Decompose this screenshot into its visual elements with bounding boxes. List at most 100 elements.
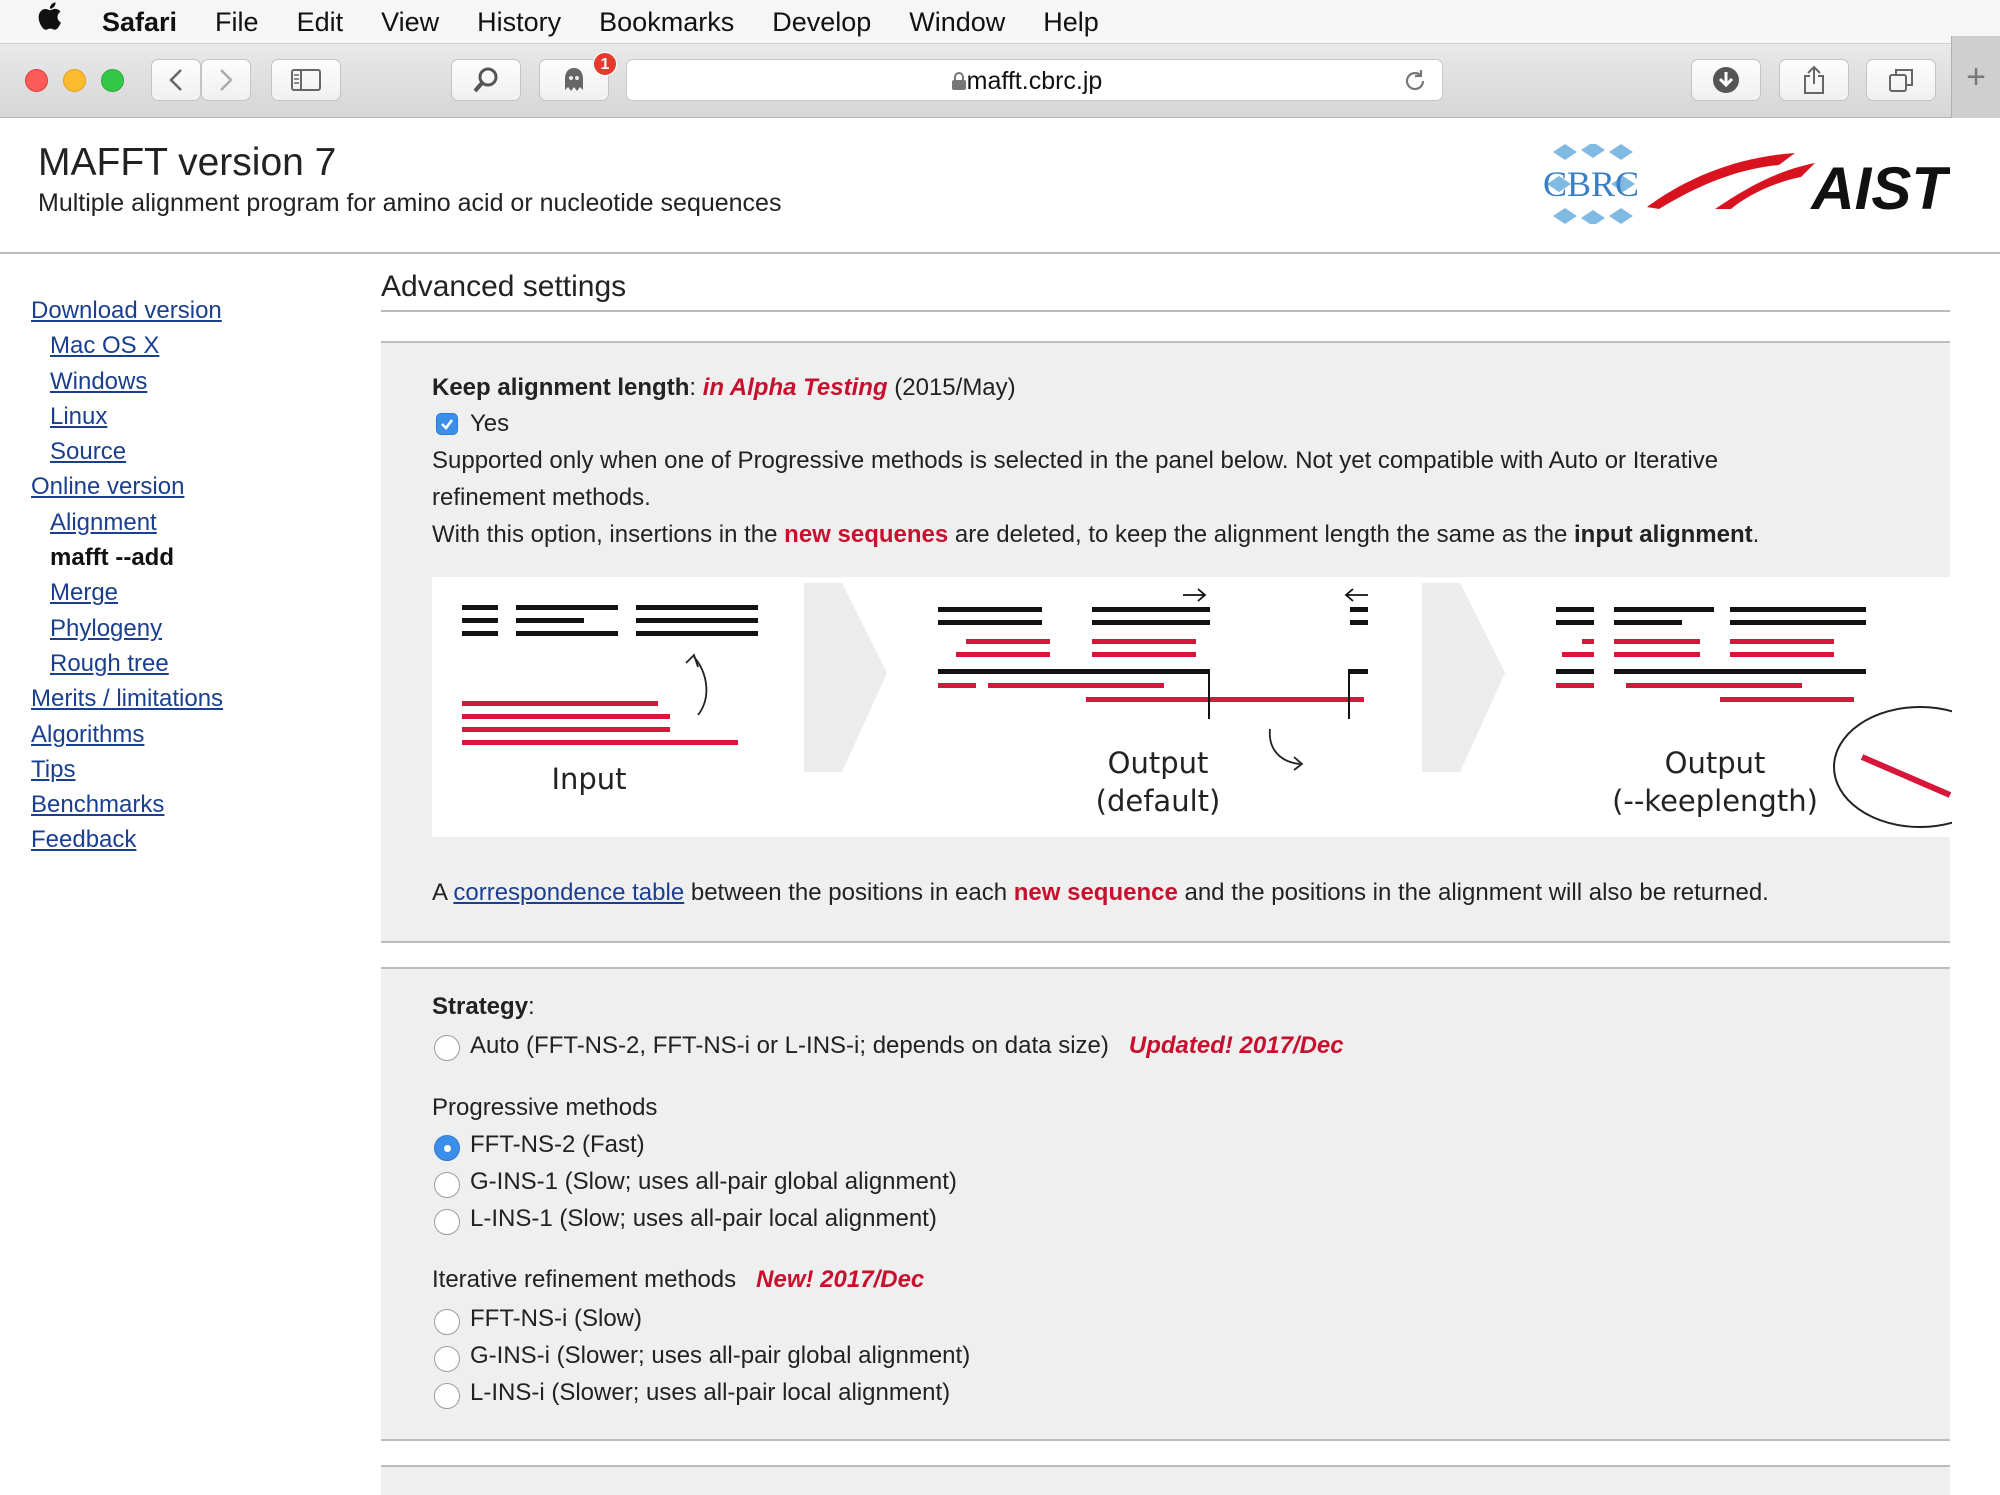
chevron-left-icon bbox=[169, 69, 182, 91]
iterative-methods-title: Iterative refinement methods New! 2017/D… bbox=[432, 1266, 925, 1293]
site-header: MAFFT version 7 Multiple alignment progr… bbox=[0, 119, 2000, 254]
sidebar-item-rough-tree[interactable]: Rough tree bbox=[31, 646, 351, 681]
menu-file[interactable]: File bbox=[196, 0, 278, 44]
keep-length-note-2: refinement methods. bbox=[432, 484, 651, 511]
keep-length-checkbox[interactable] bbox=[436, 413, 458, 435]
option-fft-ns-2-label[interactable]: FFT-NS-2 (Fast) bbox=[470, 1131, 645, 1159]
menu-view[interactable]: View bbox=[362, 0, 458, 44]
radio-strategy-auto[interactable] bbox=[434, 1035, 460, 1061]
radio-g-ins-i[interactable] bbox=[434, 1346, 460, 1372]
keep-length-note-3: With this option, insertions in the new … bbox=[432, 521, 1760, 548]
forward-button[interactable] bbox=[201, 59, 251, 101]
menu-help[interactable]: Help bbox=[1024, 0, 1118, 44]
apple-menu-icon[interactable] bbox=[36, 0, 76, 44]
radio-g-ins-1[interactable] bbox=[434, 1172, 460, 1198]
alpha-testing-note: in Alpha Testing bbox=[702, 374, 888, 401]
diagram-cut-ellipse bbox=[1833, 706, 1952, 828]
tabs-icon bbox=[1889, 69, 1913, 92]
sidebar-toggle-button[interactable] bbox=[271, 59, 341, 101]
svg-text:CBRC: CBRC bbox=[1543, 164, 1639, 204]
menu-window[interactable]: Window bbox=[890, 0, 1024, 44]
reload-icon[interactable] bbox=[1402, 68, 1428, 94]
sidebar-item-merits-limitations[interactable]: Merits / limitations bbox=[31, 681, 351, 716]
page-subtitle: Multiple alignment program for amino aci… bbox=[38, 189, 782, 217]
sidebar-item-algorithms[interactable]: Algorithms bbox=[31, 717, 351, 752]
sidebar-item-source[interactable]: Source bbox=[31, 434, 351, 469]
keeplength-diagram: Input Output (default) Output (--keeplen… bbox=[432, 577, 1952, 837]
option-fft-ns-i-label[interactable]: FFT-NS-i (Slow) bbox=[470, 1305, 642, 1333]
sidebar-item-feedback[interactable]: Feedback bbox=[31, 822, 351, 857]
sidebar-item-tips[interactable]: Tips bbox=[31, 752, 351, 787]
aist-logo[interactable]: AIST bbox=[1645, 149, 1950, 215]
menu-app-safari[interactable]: Safari bbox=[76, 0, 196, 44]
sidebar-item-online-version[interactable]: Online version bbox=[31, 469, 351, 504]
diagram-cut-segment bbox=[1860, 754, 1952, 798]
option-l-ins-1-label[interactable]: L-INS-1 (Slow; uses all-pair local align… bbox=[470, 1205, 937, 1233]
share-button[interactable] bbox=[1779, 59, 1849, 101]
sidebar-nav: Download version Mac OS X Windows Linux … bbox=[31, 293, 351, 858]
sidebar-item-download-version[interactable]: Download version bbox=[31, 293, 351, 328]
sidebar-item-alignment[interactable]: Alignment bbox=[31, 505, 351, 540]
diagram-output-default-label-1: Output bbox=[1108, 746, 1209, 780]
chevron-right-icon bbox=[220, 69, 233, 91]
new-tab-button[interactable]: + bbox=[1951, 36, 2000, 118]
sidebar-item-linux[interactable]: Linux bbox=[31, 399, 351, 434]
sidebar-item-phylogeny[interactable]: Phylogeny bbox=[31, 611, 351, 646]
menu-develop[interactable]: Develop bbox=[753, 0, 890, 44]
address-bar[interactable]: mafft.cbrc.jp bbox=[626, 59, 1443, 101]
strategy-label: Strategy bbox=[432, 993, 529, 1020]
download-icon bbox=[1713, 67, 1739, 93]
correspondence-table-link[interactable]: correspondence table bbox=[453, 879, 684, 906]
next-settings-panel bbox=[381, 1465, 1950, 1495]
diagram-input-block bbox=[462, 605, 758, 745]
menu-history[interactable]: History bbox=[458, 0, 580, 44]
menu-edit[interactable]: Edit bbox=[278, 0, 363, 44]
diagram-input-label: Input bbox=[551, 762, 626, 796]
cbrc-logo[interactable]: CBRC bbox=[1543, 144, 1639, 224]
strategy-auto-label[interactable]: Auto (FFT-NS-2, FFT-NS-i or L-INS-i; dep… bbox=[470, 1032, 1344, 1060]
page-title: MAFFT version 7 bbox=[38, 141, 337, 184]
heading-divider bbox=[381, 310, 1950, 312]
sidebar-icon bbox=[291, 69, 321, 91]
keep-length-label: Keep alignment length bbox=[432, 374, 690, 401]
radio-fft-ns-2[interactable] bbox=[434, 1135, 460, 1161]
sidebar-item-windows[interactable]: Windows bbox=[31, 364, 351, 399]
url-text[interactable]: mafft.cbrc.jp bbox=[627, 60, 1442, 102]
sidebar-item-mafft-add: mafft --add bbox=[50, 544, 174, 572]
tab-overview-button[interactable] bbox=[1866, 59, 1936, 101]
alpha-date: (2015/May) bbox=[894, 374, 1016, 401]
ghost-icon bbox=[565, 68, 583, 91]
svg-text:AIST: AIST bbox=[1809, 155, 1950, 215]
magnifier-icon bbox=[473, 67, 498, 93]
zoom-window-button[interactable] bbox=[101, 69, 124, 92]
browser-toolbar: 1 mafft.cbrc.jp bbox=[0, 44, 2000, 118]
keep-length-checkbox-label[interactable]: Yes bbox=[470, 410, 509, 438]
diagram-output-default-label-2: (default) bbox=[1096, 784, 1221, 818]
diagram-output-keeplength-block bbox=[1556, 607, 1866, 702]
option-g-ins-i-label[interactable]: G-INS-i (Slower; uses all-pair global al… bbox=[470, 1342, 970, 1370]
notification-badge: 1 bbox=[593, 52, 617, 76]
option-g-ins-1-label[interactable]: G-INS-1 (Slow; uses all-pair global alig… bbox=[470, 1168, 957, 1196]
share-icon bbox=[1804, 65, 1824, 94]
correspondence-note: A correspondence table between the posit… bbox=[432, 879, 1769, 906]
sidebar-item-benchmarks[interactable]: Benchmarks bbox=[31, 787, 351, 822]
iterative-new-note: New! 2017/Dec bbox=[756, 1266, 925, 1293]
back-button[interactable] bbox=[151, 59, 201, 101]
keep-length-title: Keep alignment length: in Alpha Testing … bbox=[432, 374, 1016, 401]
radio-fft-ns-i[interactable] bbox=[434, 1309, 460, 1335]
close-window-button[interactable] bbox=[25, 69, 48, 92]
diagram-output-default-block bbox=[938, 588, 1368, 771]
sidebar-item-merge[interactable]: Merge bbox=[31, 575, 351, 610]
minimize-window-button[interactable] bbox=[63, 69, 86, 92]
option-l-ins-i-label[interactable]: L-INS-i (Slower; uses all-pair local ali… bbox=[470, 1379, 950, 1407]
section-heading: Advanced settings bbox=[381, 270, 627, 303]
menu-bar: Safari File Edit View History Bookmarks … bbox=[0, 0, 2000, 44]
progressive-methods-title: Progressive methods bbox=[432, 1094, 658, 1121]
radio-l-ins-i[interactable] bbox=[434, 1383, 460, 1409]
strategy-title: Strategy: bbox=[432, 993, 535, 1020]
radio-l-ins-1[interactable] bbox=[434, 1209, 460, 1235]
downloads-button[interactable] bbox=[1691, 59, 1761, 101]
menu-bookmarks[interactable]: Bookmarks bbox=[580, 0, 753, 44]
search-button[interactable] bbox=[451, 59, 521, 101]
sidebar-item-mac-os-x[interactable]: Mac OS X bbox=[31, 328, 351, 363]
